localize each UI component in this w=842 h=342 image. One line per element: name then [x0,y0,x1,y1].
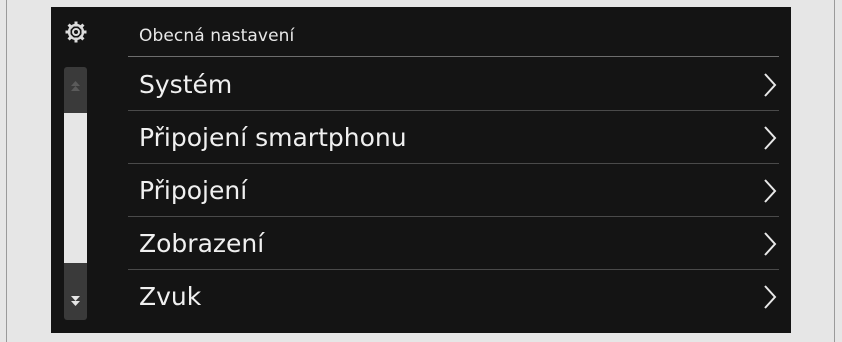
settings-screen: Obecná nastavení Systém Připojení smartp… [51,7,791,333]
menu-item-label: Připojení [139,176,248,205]
chevron-right-icon [764,179,777,203]
menu-item-label: Zobrazení [139,229,265,258]
page-title: Obecná nastavení [139,26,295,46]
scroll-up-icon [71,81,80,91]
menu-item-sound[interactable]: Zvuk [128,270,779,323]
scroll-down-icon [71,295,80,306]
menu-item-label: Připojení smartphonu [139,123,407,152]
chevron-right-icon [764,285,777,309]
chevron-right-icon [764,73,777,97]
scrollbar[interactable] [64,67,87,320]
settings-menu: Systém Připojení smartphonu Připojení Zo… [128,58,779,323]
menu-item-label: Systém [139,70,233,99]
menu-item-label: Zvuk [139,282,202,311]
menu-item-smartphone-connection[interactable]: Připojení smartphonu [128,111,779,164]
gear-icon [65,21,87,43]
header: Obecná nastavení [51,7,791,58]
chevron-right-icon [764,232,777,256]
chevron-right-icon [764,126,777,150]
menu-item-display[interactable]: Zobrazení [128,217,779,270]
scroll-up-button[interactable] [64,67,87,107]
menu-item-system[interactable]: Systém [128,58,779,111]
menu-item-connection[interactable]: Připojení [128,164,779,217]
scroll-thumb[interactable] [64,113,87,263]
header-divider [128,56,779,57]
scroll-down-button[interactable] [64,281,87,320]
